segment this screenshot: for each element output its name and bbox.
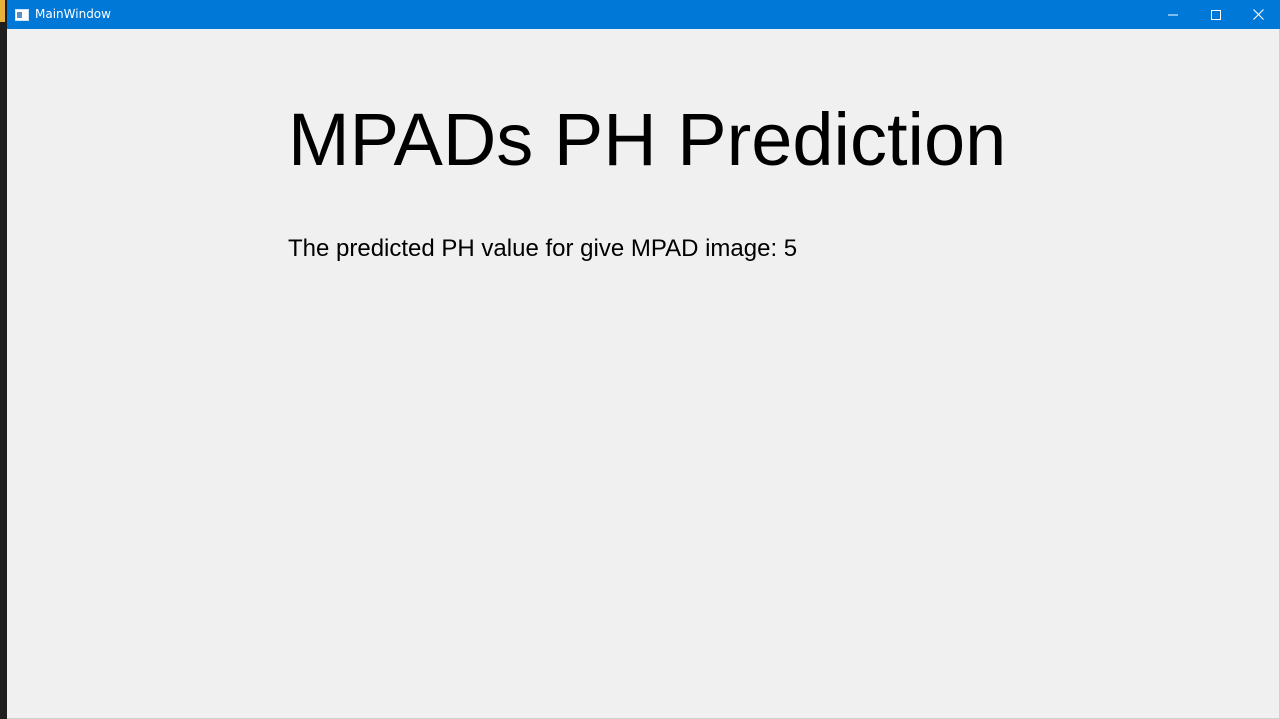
- central-widget: MPADs PH Prediction The predicted PH val…: [7, 29, 1280, 719]
- close-icon: [1253, 9, 1264, 20]
- page-title: MPADs PH Prediction: [288, 98, 1007, 181]
- window-title: MainWindow: [35, 7, 111, 21]
- minimize-button[interactable]: [1151, 0, 1194, 29]
- app-icon: [15, 8, 29, 21]
- prediction-result: The predicted PH value for give MPAD ima…: [288, 235, 797, 263]
- maximize-icon: [1210, 9, 1221, 20]
- caption-buttons: [1151, 0, 1280, 29]
- minimize-icon: [1167, 14, 1178, 15]
- main-window: MainWindow MPADs PH Prediction The predi…: [7, 0, 1280, 719]
- maximize-button[interactable]: [1194, 0, 1237, 29]
- prediction-label: The predicted PH value for give MPAD ima…: [288, 235, 784, 262]
- desktop-accent: [0, 0, 5, 22]
- prediction-value: 5: [783, 235, 798, 262]
- close-button[interactable]: [1237, 0, 1280, 29]
- title-bar[interactable]: MainWindow: [7, 0, 1280, 29]
- desktop-background: [0, 0, 7, 719]
